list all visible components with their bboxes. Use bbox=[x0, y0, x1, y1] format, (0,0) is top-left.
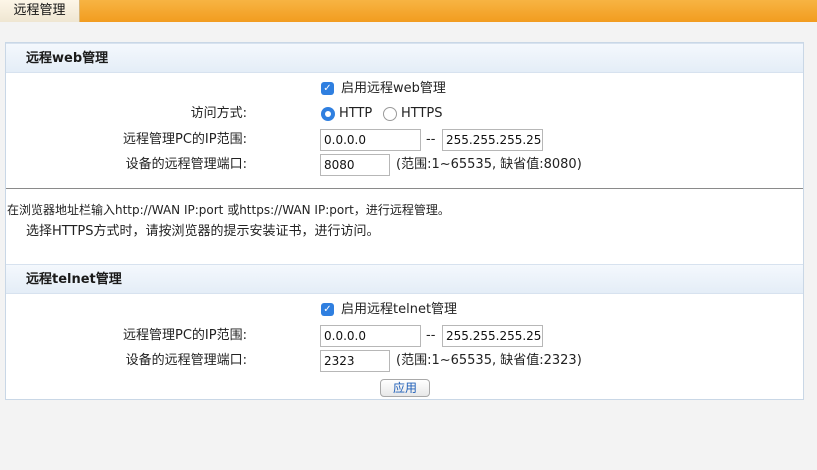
top-nav-bar: 远程管理 bbox=[0, 0, 817, 22]
telnet-enable-row: ✓ 启用远程telnet管理 bbox=[6, 298, 803, 322]
web-ip-end-input[interactable]: 255.255.255.255 bbox=[442, 129, 543, 151]
telnet-port-input[interactable]: 2323 bbox=[320, 350, 390, 372]
https-cert-note: 选择HTTPS方式时，请按浏览器的提示安装证书，进行访问。 bbox=[26, 224, 380, 239]
web-ip-range-label: 远程管理PC的IP范围: bbox=[123, 132, 247, 147]
http-radio[interactable] bbox=[321, 107, 335, 121]
telnet-enable-label: 启用远程telnet管理 bbox=[341, 302, 458, 317]
tab-remote-management[interactable]: 远程管理 bbox=[0, 0, 80, 22]
web-ip-range-row: 远程管理PC的IP范围: 0.0.0.0 -- 255.255.255.255 bbox=[6, 128, 803, 152]
telnet-port-hint: (范围:1~65535, 缺省值:2323) bbox=[396, 353, 582, 368]
web-port-label: 设备的远程管理端口: bbox=[125, 157, 247, 172]
section-divider bbox=[6, 188, 803, 189]
web-ip-range-dash: -- bbox=[426, 132, 436, 147]
web-ip-start-input[interactable]: 0.0.0.0 bbox=[320, 129, 421, 151]
https-radio[interactable] bbox=[383, 107, 397, 121]
web-port-input[interactable]: 8080 bbox=[320, 154, 390, 176]
apply-button[interactable]: 应用 bbox=[380, 379, 430, 397]
web-enable-label: 启用远程web管理 bbox=[341, 81, 446, 96]
http-radio-label[interactable]: HTTP bbox=[339, 102, 372, 126]
telnet-port-label: 设备的远程管理端口: bbox=[125, 353, 247, 368]
telnet-ip-start-input[interactable]: 0.0.0.0 bbox=[320, 325, 421, 347]
web-enable-row: ✓ 启用远程web管理 bbox=[6, 77, 803, 101]
telnet-ip-range-dash: -- bbox=[426, 328, 436, 343]
telnet-ip-range-row: 远程管理PC的IP范围: 0.0.0.0 -- 255.255.255.255 bbox=[6, 324, 803, 348]
access-method-label: 访问方式: bbox=[190, 106, 247, 121]
web-port-hint: (范围:1~65535, 缺省值:8080) bbox=[396, 157, 582, 172]
access-method-row: 访问方式: HTTP HTTPS bbox=[6, 102, 803, 126]
web-port-row: 设备的远程管理端口: 8080 (范围:1~65535, 缺省值:8080) bbox=[6, 153, 803, 177]
https-radio-label[interactable]: HTTPS bbox=[401, 102, 443, 126]
telnet-enable-checkbox[interactable]: ✓ bbox=[321, 303, 334, 316]
telnet-ip-end-input[interactable]: 255.255.255.255 bbox=[442, 325, 543, 347]
remote-management-panel: 远程web管理 ✓ 启用远程web管理 访问方式: HTTP HTTPS 远程管… bbox=[5, 42, 804, 400]
access-note: 在浏览器地址栏输入http://WAN IP:port 或https://WAN… bbox=[7, 203, 450, 217]
web-section-header: 远程web管理 bbox=[6, 43, 803, 73]
telnet-ip-range-label: 远程管理PC的IP范围: bbox=[123, 328, 247, 343]
web-enable-checkbox[interactable]: ✓ bbox=[321, 82, 334, 95]
telnet-port-row: 设备的远程管理端口: 2323 (范围:1~65535, 缺省值:2323) bbox=[6, 349, 803, 373]
telnet-section-header: 远程telnet管理 bbox=[6, 264, 803, 294]
